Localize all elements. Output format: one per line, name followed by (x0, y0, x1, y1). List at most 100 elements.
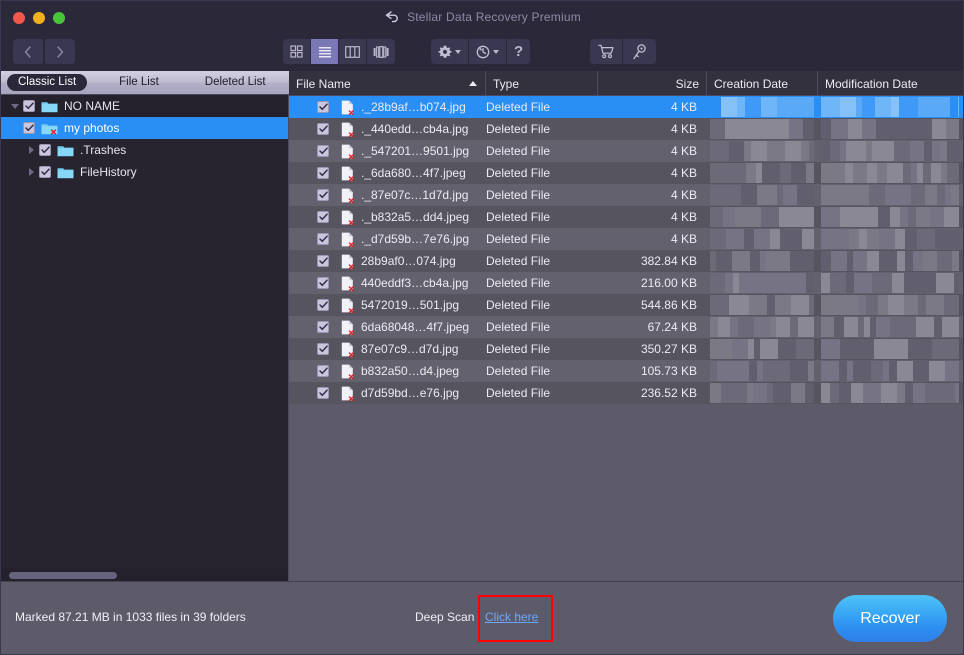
table-row[interactable]: 440eddf3…cb4a.jpgDeleted File216.00 KB (289, 272, 964, 294)
table-row[interactable]: 28b9af0…074.jpgDeleted File382.84 KB (289, 250, 964, 272)
bottom-status-bar: Marked 87.21 MB in 1033 files in 39 fold… (1, 581, 964, 654)
tree-item-filehistory[interactable]: FileHistory (1, 161, 288, 183)
icon-view-button[interactable] (283, 39, 311, 64)
cell-creation-date (710, 383, 814, 403)
table-row[interactable]: ._28b9af…b074.jpgDeleted File4 KB (289, 96, 964, 118)
checkmark-icon (25, 102, 34, 110)
tree-item-label: FileHistory (80, 165, 137, 179)
folder-tree-sidebar[interactable]: NO NAME my photos (1, 95, 289, 582)
back-arrow-icon[interactable] (385, 11, 400, 23)
tree-item-my-photos[interactable]: my photos (1, 117, 288, 139)
cell-type: Deleted File (486, 272, 601, 294)
cell-creation-date (710, 185, 814, 205)
disclosure-triangle[interactable] (23, 146, 39, 154)
view-mode-group (283, 39, 395, 64)
column-view-button[interactable] (339, 39, 367, 64)
cell-file-name: ._440edd…cb4a.jpg (289, 118, 489, 140)
cell-size: 4 KB (598, 118, 707, 140)
toolbar: ? (1, 33, 964, 71)
tab-deleted-list[interactable]: Deleted List (195, 74, 276, 91)
tree-checkbox[interactable] (39, 166, 51, 178)
list-icon (318, 46, 332, 58)
buy-button-group (590, 39, 656, 64)
cell-size: 4 KB (598, 206, 707, 228)
table-row[interactable]: ._6da680…4f7.jpegDeleted File4 KB (289, 162, 964, 184)
tree-checkbox[interactable] (23, 100, 35, 112)
cell-type: Deleted File (486, 118, 601, 140)
cell-size: 67.24 KB (598, 316, 707, 338)
cell-file-name: ._87e07c…1d7d.jpg (289, 184, 489, 206)
deep-scan-click-here-link[interactable]: Click here (485, 610, 538, 624)
cell-size: 4 KB (598, 228, 707, 250)
cell-creation-date (710, 339, 814, 359)
back-button[interactable] (13, 39, 43, 64)
table-row[interactable]: 87e07c9…d7d.jpgDeleted File350.27 KB (289, 338, 964, 360)
history-button[interactable] (469, 39, 507, 64)
cell-file-name: 5472019…501.jpg (289, 294, 489, 316)
chevron-right-icon (56, 46, 64, 58)
list-view-button[interactable] (311, 39, 339, 64)
cell-file-name: 440eddf3…cb4a.jpg (289, 272, 489, 294)
table-row[interactable]: 5472019…501.jpgDeleted File544.86 KB (289, 294, 964, 316)
help-button[interactable]: ? (507, 39, 530, 64)
cell-creation-date (710, 229, 814, 249)
tree-item-label: my photos (64, 121, 119, 135)
cell-type: Deleted File (486, 338, 601, 360)
cell-modification-date (821, 361, 959, 381)
folder-icon (57, 166, 74, 179)
folder-icon (57, 144, 74, 157)
coverflow-icon (373, 46, 389, 58)
table-row[interactable]: ._d7d59b…7e76.jpgDeleted File4 KB (289, 228, 964, 250)
tree-item-no-name[interactable]: NO NAME (1, 95, 288, 117)
tree-checkbox[interactable] (23, 122, 35, 134)
column-header-creation-date[interactable]: Creation Date (707, 71, 818, 96)
cell-creation-date (710, 207, 814, 227)
tree-checkbox[interactable] (39, 144, 51, 156)
column-header-file-name[interactable]: File Name (289, 71, 486, 96)
tree-item-trashes[interactable]: .Trashes (1, 139, 288, 161)
tab-classic-list[interactable]: Classic List (7, 74, 87, 91)
column-header-type[interactable]: Type (486, 71, 598, 96)
table-row[interactable]: ._87e07c…1d7d.jpgDeleted File4 KB (289, 184, 964, 206)
column-header-modification-date[interactable]: Modification Date (818, 71, 964, 96)
column-header-size[interactable]: Size (598, 71, 707, 96)
table-row[interactable]: ._440edd…cb4a.jpgDeleted File4 KB (289, 118, 964, 140)
cell-modification-date (821, 339, 959, 359)
question-mark-icon: ? (514, 44, 523, 59)
title-container: Stellar Data Recovery Premium (1, 1, 964, 33)
table-row[interactable]: ._b832a5…dd4.jpegDeleted File4 KB (289, 206, 964, 228)
chevron-left-icon (24, 46, 32, 58)
forward-button[interactable] (45, 39, 75, 64)
scrollbar-thumb[interactable] (9, 572, 117, 579)
app-window: Stellar Data Recovery Premium (0, 0, 964, 655)
table-row[interactable]: d7d59bd…e76.jpgDeleted File236.52 KB (289, 382, 964, 404)
cell-file-name: ._6da680…4f7.jpeg (289, 162, 489, 184)
cell-modification-date (821, 141, 959, 161)
disclosure-triangle[interactable] (23, 168, 39, 176)
table-header: File Name Type Size Creation Date Modifi… (289, 71, 964, 96)
table-row[interactable]: 6da68048…4f7.jpegDeleted File67.24 KB (289, 316, 964, 338)
table-row[interactable]: ._547201…9501.jpgDeleted File4 KB (289, 140, 964, 162)
table-row[interactable]: b832a50…d4.jpegDeleted File105.73 KB (289, 360, 964, 382)
cell-modification-date (821, 207, 959, 227)
cell-creation-date (710, 295, 814, 315)
chevron-down-icon (11, 104, 19, 109)
coverflow-view-button[interactable] (367, 39, 395, 64)
cell-modification-date (821, 119, 959, 139)
cart-button[interactable] (590, 39, 623, 64)
cell-size: 544.86 KB (598, 294, 707, 316)
tab-file-list[interactable]: File List (109, 74, 169, 91)
cell-modification-date (821, 97, 959, 117)
column-icon (345, 46, 360, 58)
cell-file-name: 28b9af0…074.jpg (289, 250, 489, 272)
recover-button[interactable]: Recover (833, 595, 947, 642)
deep-scan-label: Deep Scan (415, 610, 474, 624)
cell-file-name: 87e07c9…d7d.jpg (289, 338, 489, 360)
title-bar: Stellar Data Recovery Premium (1, 1, 964, 33)
disclosure-triangle[interactable] (7, 104, 23, 109)
sidebar-horizontal-scrollbar[interactable] (1, 568, 288, 582)
file-list-table[interactable]: ._28b9af…b074.jpgDeleted File4 KB._440ed… (289, 96, 964, 582)
activate-button[interactable] (623, 39, 656, 64)
cell-file-name: ._b832a5…dd4.jpeg (289, 206, 489, 228)
settings-button[interactable] (431, 39, 469, 64)
